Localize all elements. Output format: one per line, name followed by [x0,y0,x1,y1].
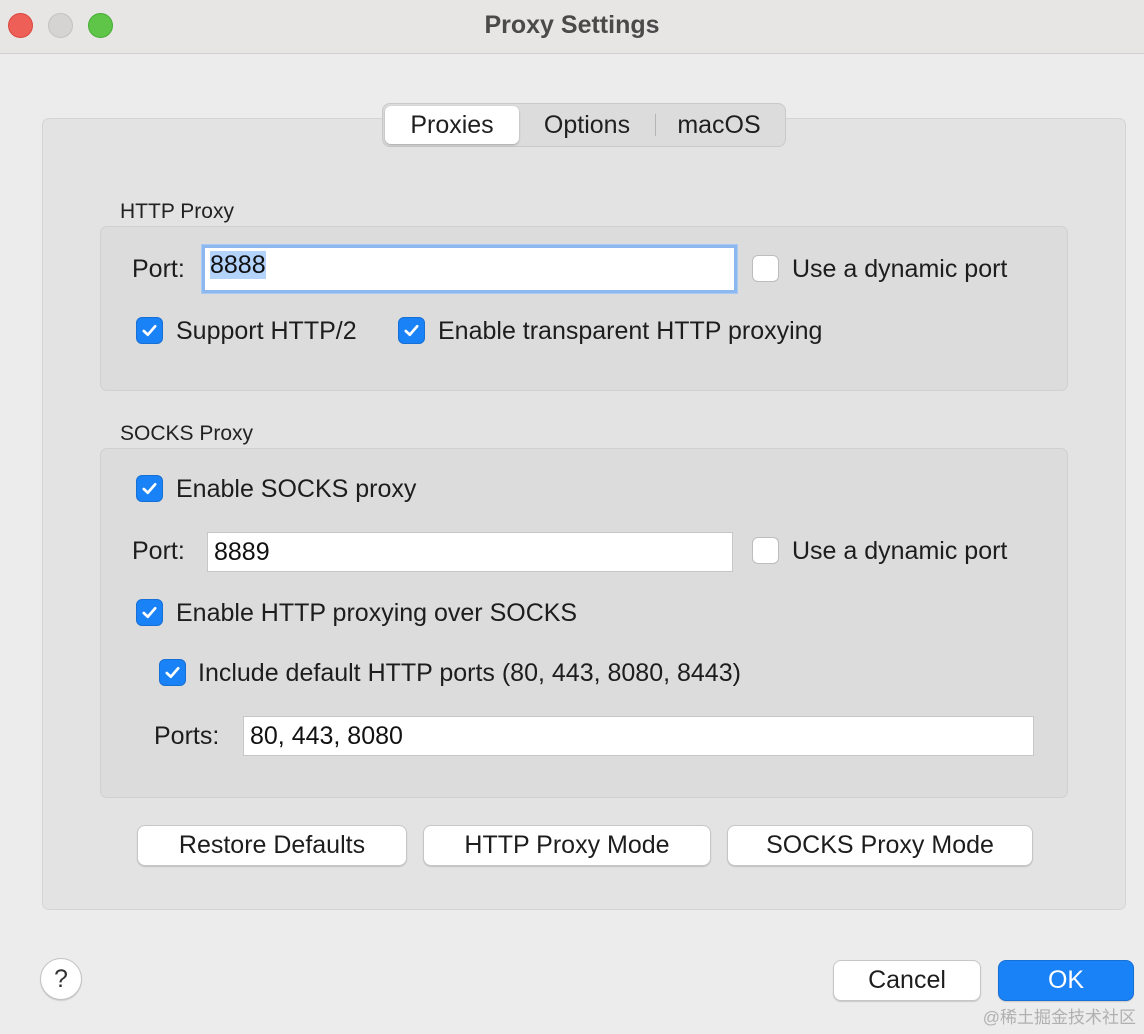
tab-options[interactable]: Options [519,106,655,144]
http-dynamic-port-checkbox[interactable] [752,255,779,282]
socks-dynamic-port-label: Use a dynamic port [792,537,1008,565]
help-button[interactable]: ? [40,958,82,1000]
checkmark-icon [142,606,157,619]
http-port-value: 8888 [210,251,266,279]
tab-macos[interactable]: macOS [656,106,782,144]
checkmark-icon [142,482,157,495]
checkmark-icon [404,324,419,337]
socks-port-input[interactable]: 8889 [207,532,733,572]
support-http2-checkbox[interactable] [136,317,163,344]
include-default-ports-checkbox[interactable] [159,659,186,686]
window-title: Proxy Settings [484,11,660,39]
socks-proxy-mode-button[interactable]: SOCKS Proxy Mode [727,825,1033,866]
checkmark-icon [165,666,180,679]
ok-button[interactable]: OK [998,960,1134,1001]
http-port-input[interactable]: 8888 [202,245,737,293]
restore-defaults-button[interactable]: Restore Defaults [137,825,407,866]
http-port-label: Port: [132,255,185,283]
tab-proxies[interactable]: Proxies [385,106,519,144]
ports-label: Ports: [154,722,220,750]
http-proxy-mode-button[interactable]: HTTP Proxy Mode [423,825,711,866]
title-bar: Proxy Settings [0,0,1144,54]
http-over-socks-label: Enable HTTP proxying over SOCKS [176,599,578,627]
transparent-proxying-checkbox[interactable] [398,317,425,344]
enable-socks-label: Enable SOCKS proxy [176,475,417,503]
transparent-proxying-label: Enable transparent HTTP proxying [438,317,823,345]
cancel-button[interactable]: Cancel [833,960,981,1001]
socks-port-label: Port: [132,537,185,565]
http-proxy-group-label: HTTP Proxy [120,200,234,223]
watermark: @稀土掘金技术社区 [982,1008,1136,1027]
support-http2-label: Support HTTP/2 [176,317,357,345]
tab-bar: Proxies Options macOS [382,103,786,147]
http-dynamic-port-label: Use a dynamic port [792,255,1008,283]
socks-proxy-group-label: SOCKS Proxy [120,422,254,445]
http-over-socks-checkbox[interactable] [136,599,163,626]
ports-input[interactable]: 80, 443, 8080 [243,716,1034,756]
checkmark-icon [142,324,157,337]
help-icon: ? [54,964,68,993]
include-default-ports-label: Include default HTTP ports (80, 443, 808… [198,659,741,687]
socks-dynamic-port-checkbox[interactable] [752,537,779,564]
enable-socks-checkbox[interactable] [136,475,163,502]
